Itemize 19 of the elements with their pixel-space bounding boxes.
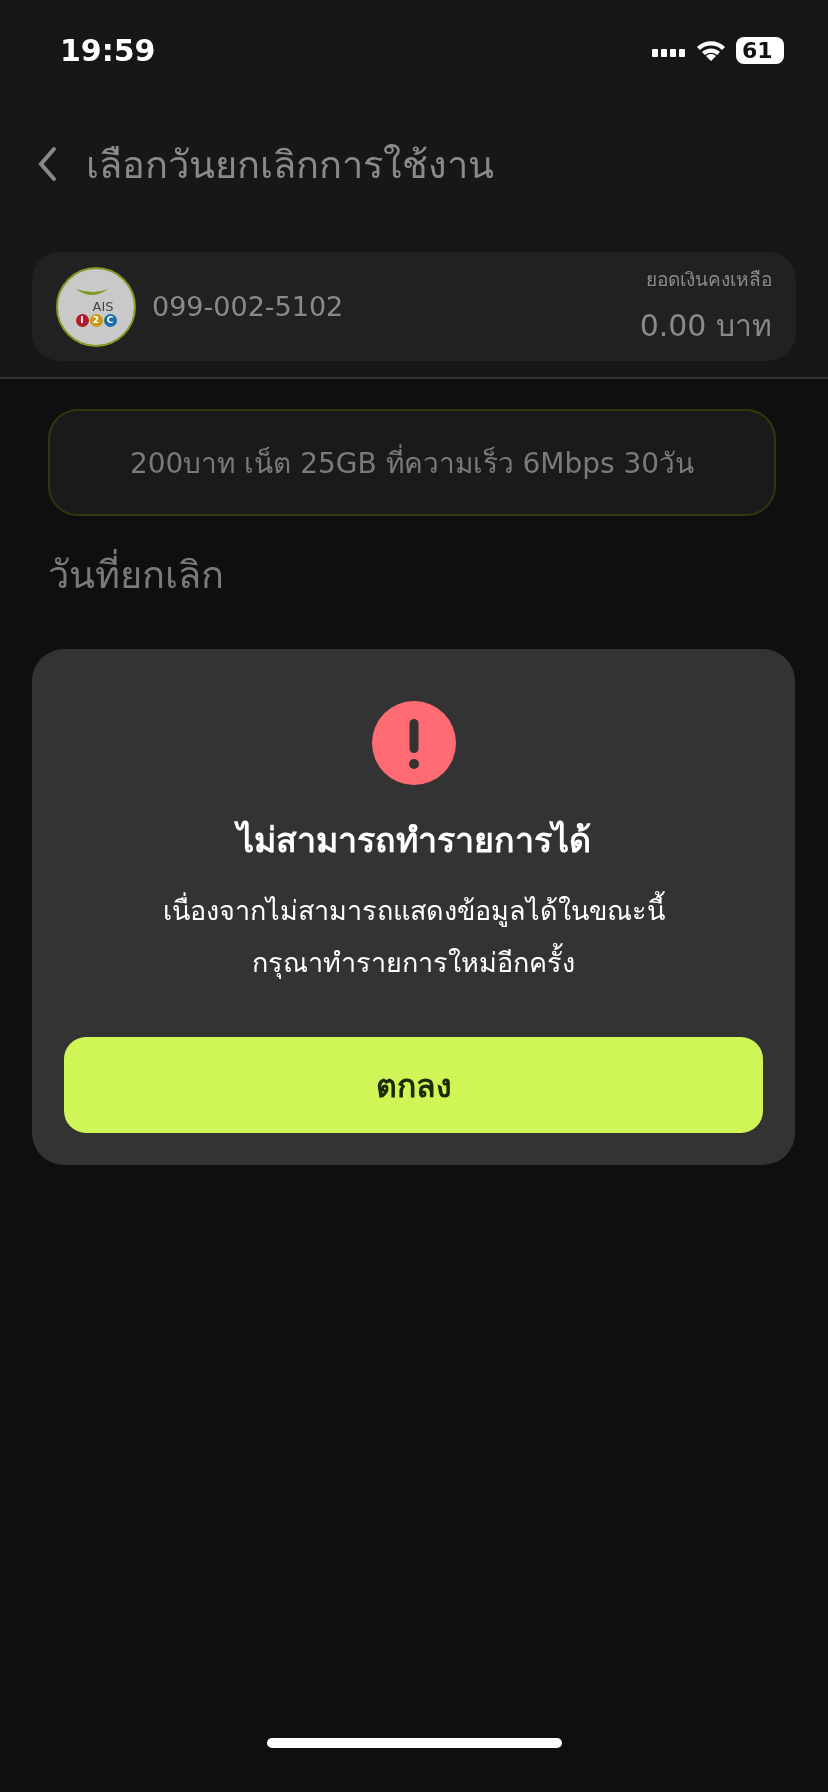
back-icon[interactable] xyxy=(36,146,58,182)
dialog-title: ไม่สามารถทำรายการได้ xyxy=(236,819,591,862)
wifi-icon xyxy=(696,39,726,61)
ok-button[interactable]: ตกลง xyxy=(64,1037,763,1133)
logo-text: AIS xyxy=(92,298,114,314)
alert-icon xyxy=(371,701,456,785)
logo-mark: 2 xyxy=(89,313,103,327)
package-chip[interactable]: 200บาท เน็ต 25GB ที่ความเร็ว 6Mbps 30วัน xyxy=(48,409,776,516)
logo-mark: C xyxy=(103,313,117,327)
page-title: เลือกวันยกเลิกการใช้งาน xyxy=(86,141,494,189)
balance-amount: 0.00 บาท xyxy=(639,307,772,345)
section-title: วันที่ยกเลิก xyxy=(48,544,780,605)
dialog-message: เนื่องจากไม่สามารถแสดงข้อมูลได้ในขณะนี้ xyxy=(162,885,665,937)
time: 19:59 xyxy=(60,32,157,68)
dialog-message: กรุณาทำรายการใหม่อีกครั้ง xyxy=(252,937,575,989)
balance-label: ยอดเงินคงเหลือ xyxy=(646,267,772,292)
logo-mark: I xyxy=(75,313,89,327)
phone-number: 099-002-5102 xyxy=(152,291,345,322)
battery-icon: 61 xyxy=(736,36,784,64)
